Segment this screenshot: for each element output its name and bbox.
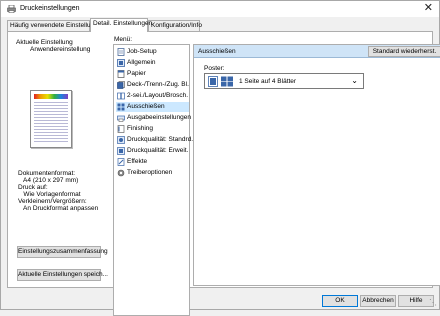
print-quality-advanced-icon bbox=[117, 147, 125, 155]
window-title: Druckeinstellungen bbox=[20, 5, 80, 12]
menu-item-label: Papier bbox=[127, 70, 146, 77]
menu-item-label: Deck-/Trenn-/Zug. Bl. bbox=[127, 81, 189, 88]
print-settings-window: Druckeinstellungen ✕ Häufig verwendete E… bbox=[0, 0, 440, 316]
menu-item-label: Allgemein bbox=[127, 59, 156, 66]
menu-item-imposition[interactable]: Ausschießen bbox=[116, 102, 189, 112]
page-preview-image bbox=[30, 90, 72, 148]
menu-item-driver-options[interactable]: Treiberoptionen bbox=[116, 168, 189, 178]
menu-item-finishing[interactable]: Finishing bbox=[116, 124, 189, 134]
ok-button[interactable]: OK bbox=[322, 295, 358, 307]
imposition-icon bbox=[117, 103, 125, 111]
menu-item-label: Effekte bbox=[127, 158, 148, 165]
menu-item-print-quality-advanced[interactable]: Druckqualität: Erweit. bbox=[116, 146, 189, 156]
general-icon bbox=[117, 59, 125, 67]
detailed-settings-panel: Aktuelle Einstellung Anwendereinstellung… bbox=[7, 31, 440, 316]
tab-configuration-info[interactable]: Konfiguration/Info bbox=[148, 20, 202, 31]
finishing-icon bbox=[117, 125, 125, 133]
current-setting-name: Anwendereinstellung bbox=[30, 46, 91, 53]
menu-item-effects[interactable]: Effekte bbox=[116, 157, 189, 167]
info-line: An Druckformat anpassen bbox=[18, 205, 99, 212]
output-icon bbox=[117, 115, 125, 122]
poster-label: Poster: bbox=[204, 65, 225, 72]
document-info: Dokumentenformat: A4 (210 x 297 mm) Druc… bbox=[18, 170, 98, 212]
chevron-down-icon[interactable]: ⌄ bbox=[351, 76, 358, 86]
menu-item-label: Treiberoptionen bbox=[127, 169, 173, 176]
menu-item-label: Ausschießen bbox=[127, 103, 165, 110]
info-line: Verkleinern/Vergrößern: bbox=[18, 198, 87, 205]
panel-title: Ausschießen bbox=[198, 48, 236, 55]
menu-item-cover-sheet[interactable]: Deck-/Trenn-/Zug. Bl. bbox=[116, 80, 189, 90]
info-line: Druck auf: bbox=[18, 184, 48, 191]
menu-item-label: Druckqualität: Erweit. bbox=[127, 147, 189, 154]
info-line: Dokumentenformat: bbox=[18, 170, 76, 177]
menu-item-label: Druckqualität: Standrd. bbox=[127, 136, 194, 143]
menu-item-label: Job-Setup bbox=[127, 48, 157, 55]
menu-item-print-quality-standard[interactable]: Druckqualität: Standrd. bbox=[116, 135, 193, 145]
paper-icon bbox=[117, 70, 125, 78]
info-line: Wie Vorlagenformat bbox=[18, 191, 81, 198]
menu-list: Job-Setup Allgemein Papier Deck-/Trenn-/… bbox=[113, 44, 193, 316]
menu-item-label: 2-sei./Layout/Brosch. bbox=[127, 92, 189, 99]
close-icon[interactable]: ✕ bbox=[424, 2, 433, 15]
imposition-settings-panel: Ausschießen Standard wiederherst. Poster… bbox=[193, 44, 440, 286]
menu-label: Menü: bbox=[114, 36, 133, 43]
poster-4-sheets-icon bbox=[208, 76, 233, 87]
poster-dropdown[interactable]: 1 Seite auf 4 Blätter ⌄ bbox=[204, 73, 364, 89]
printer-icon bbox=[7, 5, 16, 13]
driver-options-icon bbox=[117, 169, 125, 177]
layout-icon bbox=[117, 92, 125, 100]
menu-item-paper[interactable]: Papier bbox=[116, 69, 189, 79]
effects-icon bbox=[117, 158, 125, 166]
print-quality-icon bbox=[117, 136, 125, 144]
cover-sheet-icon bbox=[117, 81, 125, 89]
tab-frequent-settings[interactable]: Häufig verwendete Einstellungen bbox=[7, 20, 105, 31]
restore-defaults-button[interactable]: Standard wiederherst. bbox=[368, 46, 440, 57]
menu-item-label: Finishing bbox=[127, 125, 154, 132]
tab-detailed-settings[interactable]: Detail. Einstellungen bbox=[90, 18, 152, 32]
poster-selected-value: 1 Seite auf 4 Blätter bbox=[239, 78, 297, 85]
resize-grip-icon[interactable]: ⋱ bbox=[429, 298, 437, 307]
cancel-button[interactable]: Abbrechen bbox=[360, 295, 396, 307]
menu-item-layout[interactable]: 2-sei./Layout/Brosch. bbox=[116, 91, 189, 101]
info-line: A4 (210 x 297 mm) bbox=[18, 177, 79, 184]
title-bar: Druckeinstellungen ✕ bbox=[1, 1, 439, 17]
menu-item-general[interactable]: Allgemein bbox=[116, 58, 189, 68]
menu-item-label: Ausgabeeinstellungen bbox=[127, 114, 191, 121]
menu-item-output-settings[interactable]: Ausgabeeinstellungen bbox=[116, 113, 191, 123]
menu-item-job-setup[interactable]: Job-Setup bbox=[116, 47, 189, 57]
job-setup-icon bbox=[117, 48, 125, 56]
save-current-settings-button[interactable]: Aktuelle Einstellungen speich... bbox=[17, 269, 108, 281]
settings-summary-button[interactable]: Einstellungszusammenfassung bbox=[17, 246, 108, 258]
